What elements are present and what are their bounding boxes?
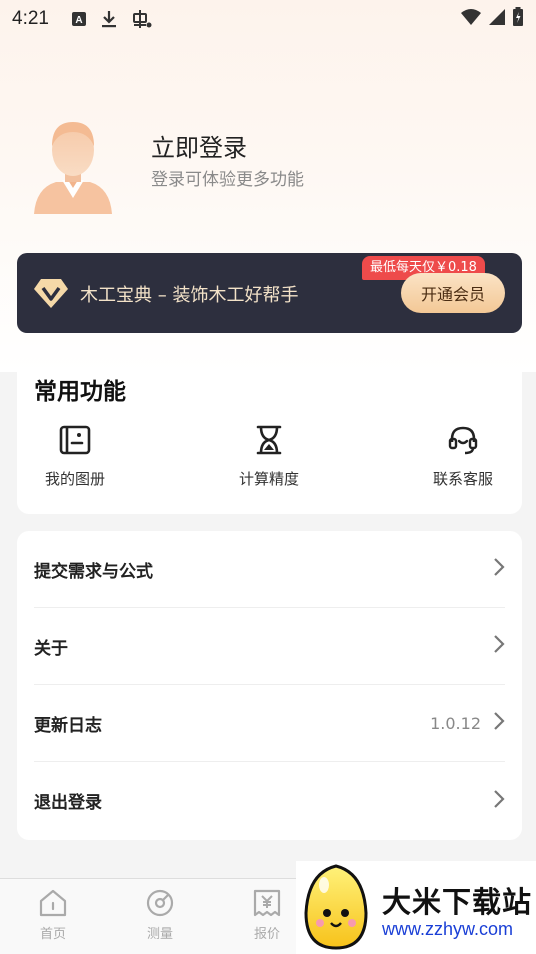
bug-icon (131, 9, 153, 29)
nav-label-home: 首页 (39, 927, 66, 942)
chevron-right-icon (493, 557, 505, 581)
open-membership-button[interactable]: 开通会员 (401, 273, 505, 313)
menu-item-submit-request[interactable]: 提交需求与公式 (34, 531, 505, 608)
status-time: 4:21 (12, 8, 49, 29)
nav-item-quote[interactable]: 报价 (232, 889, 302, 942)
menu-label: 提交需求与公式 (34, 561, 153, 582)
wifi-icon (460, 8, 482, 30)
func-item-customer-service[interactable]: 联系客服 (403, 424, 523, 489)
avatar[interactable] (30, 118, 116, 214)
menu-label: 关于 (34, 638, 68, 659)
vip-text: 木工宝典 – 装饰木工好帮手 (80, 285, 299, 306)
common-functions-title: 常用功能 (34, 379, 126, 405)
status-bar: 4:21 A (0, 0, 536, 38)
album-icon (15, 424, 135, 456)
chevron-right-icon (493, 634, 505, 658)
watermark-title: 大米下载站 (382, 885, 533, 919)
func-item-album[interactable]: 我的图册 (15, 424, 135, 489)
menu-item-logout[interactable]: 退出登录 (34, 762, 505, 839)
menu-item-about[interactable]: 关于 (34, 608, 505, 685)
battery-icon (512, 7, 524, 31)
menu-label: 退出登录 (34, 793, 102, 813)
signal-icon (488, 8, 506, 30)
version-value: 1.0.12 (430, 713, 481, 733)
login-subtitle: 登录可体验更多功能 (151, 170, 304, 190)
nav-item-home[interactable]: 首页 (18, 889, 88, 942)
download-icon (101, 10, 117, 28)
measure-icon (125, 889, 195, 917)
chevron-right-icon (493, 711, 505, 735)
vip-diamond-icon (33, 277, 69, 309)
nav-item-measure[interactable]: 测量 (125, 889, 195, 942)
func-label-customer-service: 联系客服 (432, 470, 493, 488)
watermark-url: www.zzhyw.com (382, 919, 514, 939)
func-item-precision[interactable]: 计算精度 (209, 424, 329, 489)
hourglass-icon (209, 424, 329, 456)
quote-icon (232, 889, 302, 917)
func-label-precision: 计算精度 (238, 470, 299, 488)
egg-mascot-icon (300, 863, 372, 951)
a-badge-icon: A (71, 11, 87, 27)
headset-icon (403, 424, 523, 456)
nav-label-quote: 报价 (253, 927, 280, 942)
home-icon (18, 889, 88, 917)
nav-label-measure: 测量 (146, 927, 173, 942)
menu-item-changelog[interactable]: 更新日志 1.0.12 (34, 685, 505, 762)
settings-menu: 提交需求与公式 关于 更新日志 1.0.12 退出登录 (17, 531, 522, 840)
watermark: 大米下载站 www.zzhyw.com (296, 861, 536, 954)
chevron-right-icon (493, 789, 505, 813)
menu-label: 更新日志 (34, 715, 102, 736)
svg-text:A: A (75, 15, 82, 26)
login-title[interactable]: 立即登录 (151, 128, 247, 163)
func-label-album: 我的图册 (44, 470, 105, 488)
common-functions-card: 常用功能 我的图册 计算精度 联系客服 (17, 372, 522, 514)
vip-banner[interactable]: 木工宝典 – 装饰木工好帮手 最低每天仅￥0.18 开通会员 (17, 253, 522, 333)
